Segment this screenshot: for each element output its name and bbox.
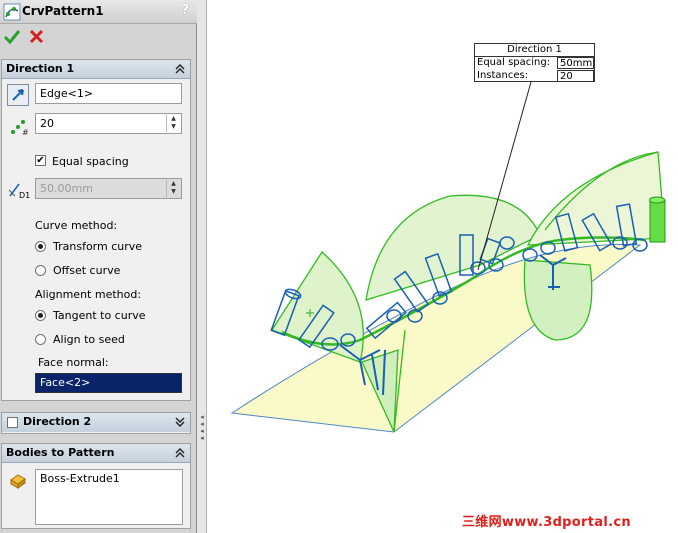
callout-instances-label: Instances: bbox=[477, 70, 529, 81]
callout-spacing-row: Equal spacing: 50mm bbox=[475, 57, 594, 70]
bodies-list[interactable]: Boss-Extrude1 bbox=[35, 469, 183, 525]
equal-spacing-checkbox[interactable]: ✔ bbox=[35, 155, 46, 166]
callout-title: Direction 1 bbox=[475, 44, 594, 57]
watermark: 三维网www.3dportal.cn bbox=[462, 515, 631, 530]
face-normal-label: Face normal: bbox=[38, 356, 109, 369]
direction1-header[interactable]: Direction 1 bbox=[2, 60, 190, 79]
instances-value: 20 bbox=[40, 117, 54, 130]
instances-icon: # bbox=[11, 120, 29, 136]
direction1-group: Direction 1 Edge<1> # 20 ▲ ▼ ✔ Equal spac… bbox=[1, 59, 191, 401]
instances-input[interactable]: 20 ▲ ▼ bbox=[35, 113, 182, 134]
transform-curve-label: Transform curve bbox=[53, 240, 143, 253]
offset-curve-radio[interactable] bbox=[35, 265, 46, 276]
seed-body-top bbox=[649, 196, 665, 204]
alignment-method-label: Alignment method: bbox=[35, 288, 142, 301]
transform-curve-radio[interactable] bbox=[35, 241, 46, 252]
solid-body-icon bbox=[10, 474, 26, 489]
offset-curve-label: Offset curve bbox=[53, 264, 121, 277]
model-viewport[interactable] bbox=[207, 0, 678, 533]
face-normal-field[interactable]: Face<2> bbox=[35, 373, 182, 393]
d1-label: D1 bbox=[19, 191, 31, 200]
callout-instances-row: Instances: 20 bbox=[475, 70, 594, 83]
direction2-group: Direction 2 bbox=[1, 412, 191, 434]
curve-pattern-icon bbox=[3, 3, 21, 21]
bodies-header[interactable]: Bodies to Pattern bbox=[2, 444, 190, 463]
equal-spacing-label: Equal spacing bbox=[52, 155, 129, 168]
title-bar: CrvPattern1 ? bbox=[0, 0, 197, 24]
svg-text:#: # bbox=[22, 128, 29, 136]
panel-splitter[interactable] bbox=[197, 0, 207, 533]
tangent-to-curve-label: Tangent to curve bbox=[53, 309, 146, 322]
ok-checkmark-icon[interactable] bbox=[2, 27, 22, 47]
bodies-group: Bodies to Pattern Boss-Extrude1 bbox=[1, 443, 191, 529]
direction1-title: Direction 1 bbox=[6, 62, 75, 75]
help-icon[interactable]: ? bbox=[181, 3, 189, 18]
direction2-header[interactable]: Direction 2 bbox=[2, 413, 190, 432]
splitter-grip-icon[interactable]: ◂ ◂ ◂ ◂ bbox=[198, 414, 206, 442]
callout-spacing-value[interactable]: 50mm bbox=[557, 57, 594, 69]
direction2-title: Direction 2 bbox=[23, 415, 92, 428]
expand-down-icon[interactable] bbox=[174, 416, 186, 428]
spacing-input: 50.00mm ▲ ▼ bbox=[35, 178, 182, 199]
spacing-value: 50.00mm bbox=[40, 182, 93, 195]
seed-body bbox=[649, 199, 666, 243]
pattern-lobe-4 bbox=[523, 259, 593, 341]
face-normal-value: Face<2> bbox=[40, 376, 91, 389]
bodies-list-item[interactable]: Boss-Extrude1 bbox=[40, 472, 120, 485]
cancel-x-icon[interactable] bbox=[27, 27, 47, 47]
collapse-up-icon[interactable] bbox=[174, 63, 186, 75]
direction-reverse-icon[interactable] bbox=[7, 84, 29, 106]
direction1-callout[interactable]: Direction 1 Equal spacing: 50mm Instance… bbox=[474, 43, 595, 82]
bodies-title: Bodies to Pattern bbox=[6, 446, 115, 459]
pattern-lobe-3 bbox=[526, 151, 666, 246]
direction-edge-value: Edge<1> bbox=[40, 87, 94, 100]
property-manager: CrvPattern1 ? Direction 1 Edge<1> # 20 ▲… bbox=[0, 0, 197, 533]
direction-edge-field[interactable]: Edge<1> bbox=[35, 83, 182, 104]
direction2-checkbox[interactable] bbox=[7, 417, 18, 428]
align-to-seed-radio[interactable] bbox=[35, 334, 46, 345]
feature-title: CrvPattern1 bbox=[22, 4, 104, 18]
collapse-up-icon[interactable] bbox=[174, 447, 186, 459]
callout-instances-value[interactable]: 20 bbox=[557, 70, 594, 82]
spacing-spinner: ▲ ▼ bbox=[166, 180, 180, 197]
callout-spacing-label: Equal spacing: bbox=[477, 57, 551, 68]
curve-method-label: Curve method: bbox=[35, 219, 118, 232]
align-to-seed-label: Align to seed bbox=[53, 333, 125, 346]
instances-spinner[interactable]: ▲ ▼ bbox=[166, 115, 180, 132]
tangent-to-curve-radio[interactable] bbox=[35, 310, 46, 321]
